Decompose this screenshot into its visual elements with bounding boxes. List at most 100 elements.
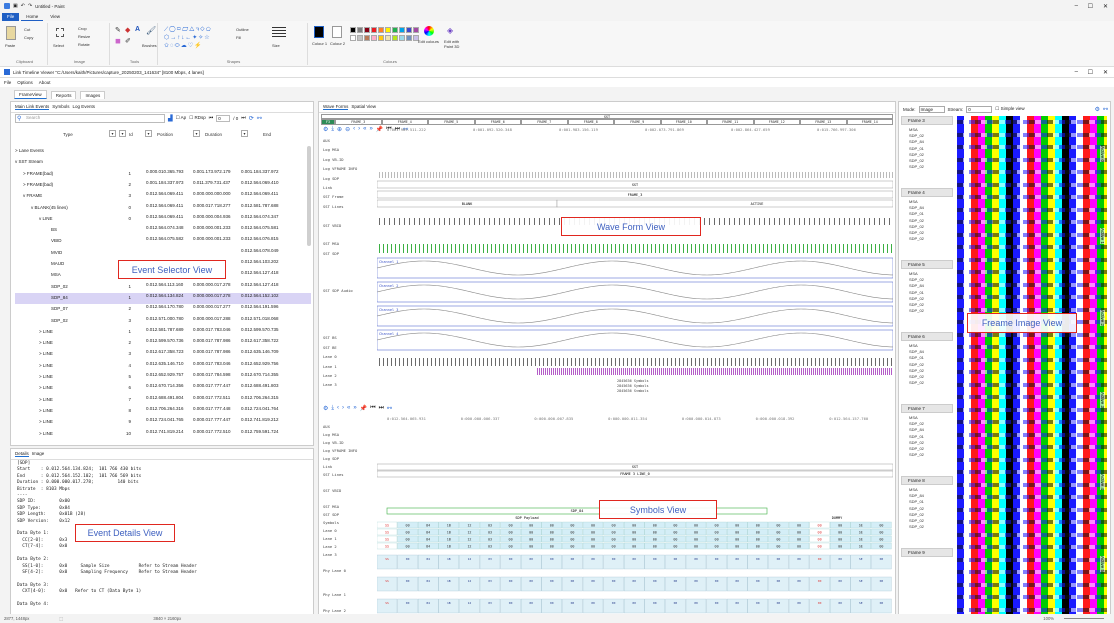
frame-event-item[interactable]: SDP_02 (909, 452, 953, 458)
frame-strip-cell[interactable]: FRAME_6 (474, 119, 521, 125)
frame-event-item[interactable]: SDP_02 (909, 524, 953, 530)
shapes-gallery[interactable]: ⟋◯▭▱△◹◇⬠ ⬡→↑↓←✦✧☆ ✩◌⬭☁♡⚡ (164, 26, 228, 52)
filter-id-icon[interactable]: ▾ (119, 130, 126, 137)
frame-strip-cell[interactable]: FRAME_9 (614, 119, 661, 125)
frame-strip-cell[interactable]: FRAME_13 (800, 119, 847, 125)
tree-row[interactable]: MVID 0.012.564.078.049 (15, 248, 311, 259)
frame-header[interactable]: Frame 5 (901, 260, 953, 269)
tree-row[interactable]: v BLANK(45 lines) 0 0.012.564.069.411 0.000… (15, 203, 311, 214)
tree-row[interactable]: > LINE 6 0.012.670.714.356 0.000.017.777.44… (15, 383, 311, 394)
scroll-left-icon[interactable]: ‹ (353, 126, 355, 133)
frame-header[interactable]: Frame 4 (901, 188, 953, 197)
colour2-button[interactable]: Colour 2 (330, 41, 346, 46)
tree-row[interactable]: > FRAME(bad) 2 0.001.184.337.973 0.011.379.… (15, 180, 311, 191)
frame-event-item[interactable]: SDP_02 (909, 236, 953, 242)
frame-strip-cell[interactable]: FRAME_8 (567, 119, 614, 125)
eraser-icon[interactable]: ◼ (115, 37, 121, 45)
zoom-in-icon[interactable]: ⊕ (337, 126, 342, 133)
size-button[interactable]: Size (272, 43, 280, 48)
tree-row[interactable]: SDP_02 1 0.012.564.113.160 0.000.000.017.27… (15, 282, 311, 293)
palette-swatch[interactable] (371, 35, 377, 41)
palette-swatch[interactable] (350, 35, 356, 41)
settings-icon[interactable]: ⚙ (1095, 106, 1100, 113)
link-icon-3[interactable]: ⚯ (387, 405, 392, 412)
tree-row[interactable]: > LINE 2 0.012.599.570.736 0.000.017.787.98… (15, 338, 311, 349)
download-icon-2[interactable]: ⤓ (331, 405, 334, 412)
paste-icon[interactable] (6, 26, 16, 40)
palette-swatch[interactable] (399, 35, 405, 41)
symbols-canvas[interactable]: SST FRAME 3 LINE_0 SDP_84 SDP Payload DUMMY S… (377, 424, 893, 618)
last-icon-2[interactable]: ⏭ (379, 405, 384, 412)
next-icon[interactable]: » (369, 126, 372, 133)
text-icon[interactable]: A (135, 26, 140, 33)
rdsp-checkbox[interactable]: ☐ RDsp (189, 115, 206, 121)
minimize-icon[interactable]: – (1075, 3, 1078, 9)
select-icon[interactable] (56, 28, 64, 37)
palette-swatch[interactable] (357, 35, 363, 41)
filter-dur-icon[interactable]: ▾ (193, 130, 200, 137)
zoom-out-icon[interactable]: ⊖ (345, 126, 350, 133)
palette-swatch[interactable] (399, 27, 405, 33)
frame-event-item[interactable]: SDP_02 (909, 308, 953, 314)
palette-swatch[interactable] (357, 27, 363, 33)
palette-swatch[interactable] (406, 35, 412, 41)
palette-swatch[interactable] (392, 27, 398, 33)
pencil-icon[interactable]: ✎ (115, 26, 121, 34)
palette-swatch[interactable] (350, 27, 356, 33)
menu-options[interactable]: Options (17, 80, 33, 85)
tree-row[interactable]: > LINE 4 0.012.635.146.710 0.000.017.783.04… (15, 361, 311, 372)
tree-row[interactable]: SDP_02 3 0.012.571.000.780 0.000.000.017.28… (15, 316, 311, 327)
frame-header[interactable]: Frame 9 (901, 548, 953, 557)
tab-reports[interactable]: Reports (50, 91, 77, 99)
search-input[interactable]: ⚲ Search (15, 113, 165, 123)
palette-swatch[interactable] (406, 27, 412, 33)
col-position[interactable]: Position (157, 132, 173, 137)
palette-swatch[interactable] (385, 27, 391, 33)
timeline-minimize-icon[interactable]: – (1075, 69, 1078, 75)
rotate-button[interactable]: Rotate (78, 42, 90, 47)
frame-image[interactable]: Active 0 Active 1 Active 2 Active 3 Active 4… (957, 116, 1107, 616)
refresh-icon[interactable]: ⟳ (249, 115, 254, 122)
tab-symbols[interactable]: Symbols (52, 104, 69, 110)
brushes-button[interactable]: Brushes (142, 43, 157, 48)
tree-row[interactable]: > FRAME(bad) 1 0.000.010.365.793 0.001.173.… (15, 169, 311, 180)
timeline-maximize-icon[interactable]: ☐ (1088, 69, 1093, 76)
last-page-icon[interactable]: ⏭ (241, 115, 246, 121)
tab-frameview[interactable]: FrameView (14, 90, 47, 99)
frame-event-item[interactable]: SDP_02 (909, 380, 953, 386)
waveform-canvas[interactable]: SST FRAME_3 BLANK ACTIVE Channel 1 Channel 2 C… (377, 136, 893, 392)
paint3d-icon[interactable]: ◈ (447, 26, 453, 35)
close-icon[interactable]: ✕ (1103, 3, 1108, 10)
tab-images[interactable]: Images (80, 91, 106, 99)
fill-button[interactable]: Fill (236, 35, 241, 40)
next-icon-2[interactable]: » (353, 405, 356, 412)
frame-header[interactable]: Frame 7 (901, 404, 953, 413)
maximize-icon[interactable]: ☐ (1088, 3, 1093, 10)
tree-row[interactable]: SDP_84 1 0.012.564.134.824 0.000.000.017.27… (15, 292, 311, 304)
brushes-icon[interactable]: 🖌 (146, 26, 156, 35)
frame-strip-cell[interactable]: FRAME_7 (521, 119, 568, 125)
col-duration[interactable]: Duration (205, 132, 222, 137)
first-page-icon[interactable]: ⏮ (209, 115, 214, 121)
timeline-close-icon[interactable]: ✕ (1103, 69, 1108, 76)
tree-row[interactable]: v FRAME 3 0.012.564.069.411 0.000.000.000.0… (15, 191, 311, 202)
picker-icon[interactable]: ✐ (125, 37, 131, 45)
tree-row[interactable]: > LINE 8 0.012.706.264.316 0.000.017.777.44… (15, 406, 311, 417)
frame-strip-cell[interactable]: FRAME_12 (753, 119, 800, 125)
save-icon[interactable]: ▣ (13, 3, 18, 9)
page-input[interactable]: 0 (216, 114, 231, 122)
prev-icon-2[interactable]: « (347, 405, 350, 412)
edit-colours-icon[interactable] (424, 26, 434, 36)
palette-swatch[interactable] (364, 35, 370, 41)
pin-icon-2[interactable]: 📌 (360, 405, 367, 412)
frame-strip-cell[interactable]: FRAME_14 (846, 119, 893, 125)
palette-swatch[interactable] (392, 35, 398, 41)
tab-wave-forms[interactable]: Wave Forms (323, 104, 349, 110)
tree-row[interactable]: > LINE 7 0.012.688.491.804 0.000.017.772.51… (15, 395, 311, 406)
redo-icon[interactable]: ↷ (28, 3, 32, 9)
tree-row[interactable]: v LINE 0 0.012.564.069.411 0.000.000.004.93… (15, 214, 311, 225)
scroll-left-icon-2[interactable]: ‹ (337, 405, 339, 412)
tree-scrollbar[interactable] (307, 146, 311, 246)
filter-type-icon[interactable]: ▾ (109, 130, 116, 137)
tab-main-link-events[interactable]: Main Link Events (15, 104, 50, 110)
